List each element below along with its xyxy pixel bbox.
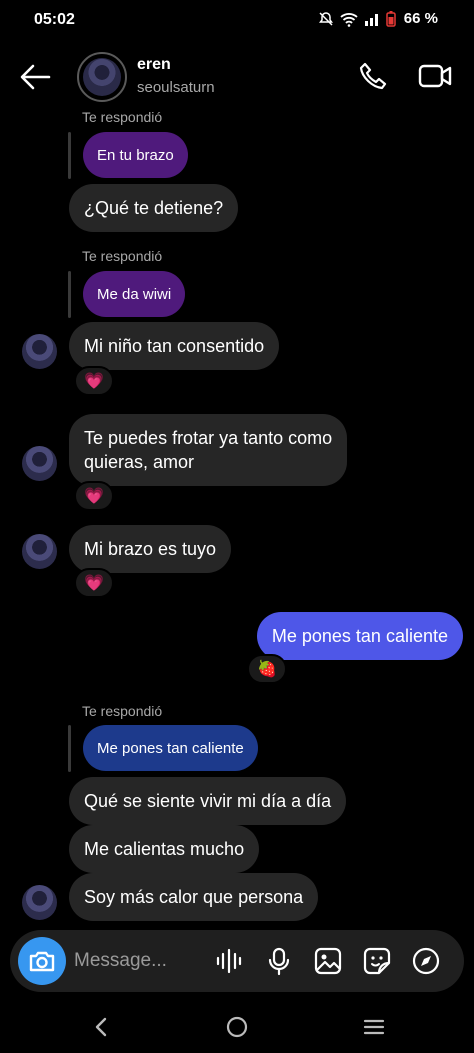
reply-label: Te respondió [82,703,163,719]
sender-avatar[interactable] [22,885,57,920]
contact-name[interactable]: eren [137,56,171,74]
video-camera-icon [418,64,452,88]
system-nav-bar [0,1000,474,1053]
replied-message[interactable]: Me da wiwi [83,271,186,317]
microphone-button[interactable] [262,944,296,978]
recents-icon [363,1019,385,1035]
wifi-icon [340,12,358,27]
message-bubble[interactable]: Mi brazo es tuyo [69,525,232,573]
status-bar: 05:02 66 % [0,0,474,40]
sticker-icon [363,947,391,975]
image-icon [314,947,342,975]
status-icons: 66 % [318,10,438,27]
sender-avatar[interactable] [22,446,57,481]
chat-header: eren seoulsaturn [0,44,474,110]
reply-label: Te respondió [82,248,163,264]
voice-effect-button[interactable] [212,944,246,978]
back-button[interactable] [18,62,52,92]
message-bubble[interactable]: Te puedes frotar ya tanto como quieras, … [69,414,348,486]
reply-line [68,725,71,772]
avatar-image [83,58,121,96]
nav-recents-button[interactable] [359,1012,389,1042]
reply-line [68,132,71,179]
mute-bell-icon [318,11,333,26]
video-call-button[interactable] [418,62,452,90]
signal-icon [364,13,378,26]
nav-home-button[interactable] [222,1012,252,1042]
contact-username[interactable]: seoulsaturn [137,79,215,96]
message-bubble[interactable]: ¿Qué te detiene? [69,184,239,232]
replied-message[interactable]: En tu brazo [83,132,188,178]
sticker-button[interactable] [360,944,394,978]
waveform-icon [216,948,242,974]
phone-icon [359,62,387,90]
audio-call-button[interactable] [357,60,389,92]
replied-message[interactable]: Me pones tan caliente [83,725,258,771]
outgoing-message-bubble[interactable]: Me pones tan caliente [256,612,463,660]
reply-label: Te respondió [82,109,163,125]
compass-icon [412,947,440,975]
camera-icon [29,951,55,972]
home-circle-icon [226,1016,248,1038]
chevron-left-icon [95,1017,107,1037]
message-line: Te puedes frotar ya tanto como [84,428,333,448]
message-bubble[interactable]: Me calientas mucho [69,825,260,873]
reply-line [68,271,71,318]
battery-icon [386,10,396,27]
status-time: 05:02 [34,11,75,28]
reaction-strawberry[interactable]: 🍓 [247,654,287,684]
contact-avatar[interactable] [77,52,127,102]
reaction-heart[interactable]: 💗 [74,366,114,396]
explore-button[interactable] [409,944,443,978]
reaction-heart[interactable]: 💗 [74,568,114,598]
sender-avatar[interactable] [22,534,57,569]
message-line: quieras, amor [84,452,195,472]
battery-percent: 66 % [403,10,438,27]
message-bubble[interactable]: Soy más calor que persona [69,873,319,921]
reaction-heart[interactable]: 💗 [74,481,114,511]
sender-avatar[interactable] [22,334,57,369]
microphone-icon [268,947,290,976]
gallery-button[interactable] [311,944,345,978]
message-composer [10,930,464,992]
nav-back-button[interactable] [86,1012,116,1042]
message-input[interactable] [74,948,204,974]
arrow-left-icon [20,64,51,90]
message-bubble[interactable]: Mi niño tan consentido [69,322,280,370]
camera-button[interactable] [18,937,66,985]
message-bubble[interactable]: Qué se siente vivir mi día a día [69,777,347,825]
